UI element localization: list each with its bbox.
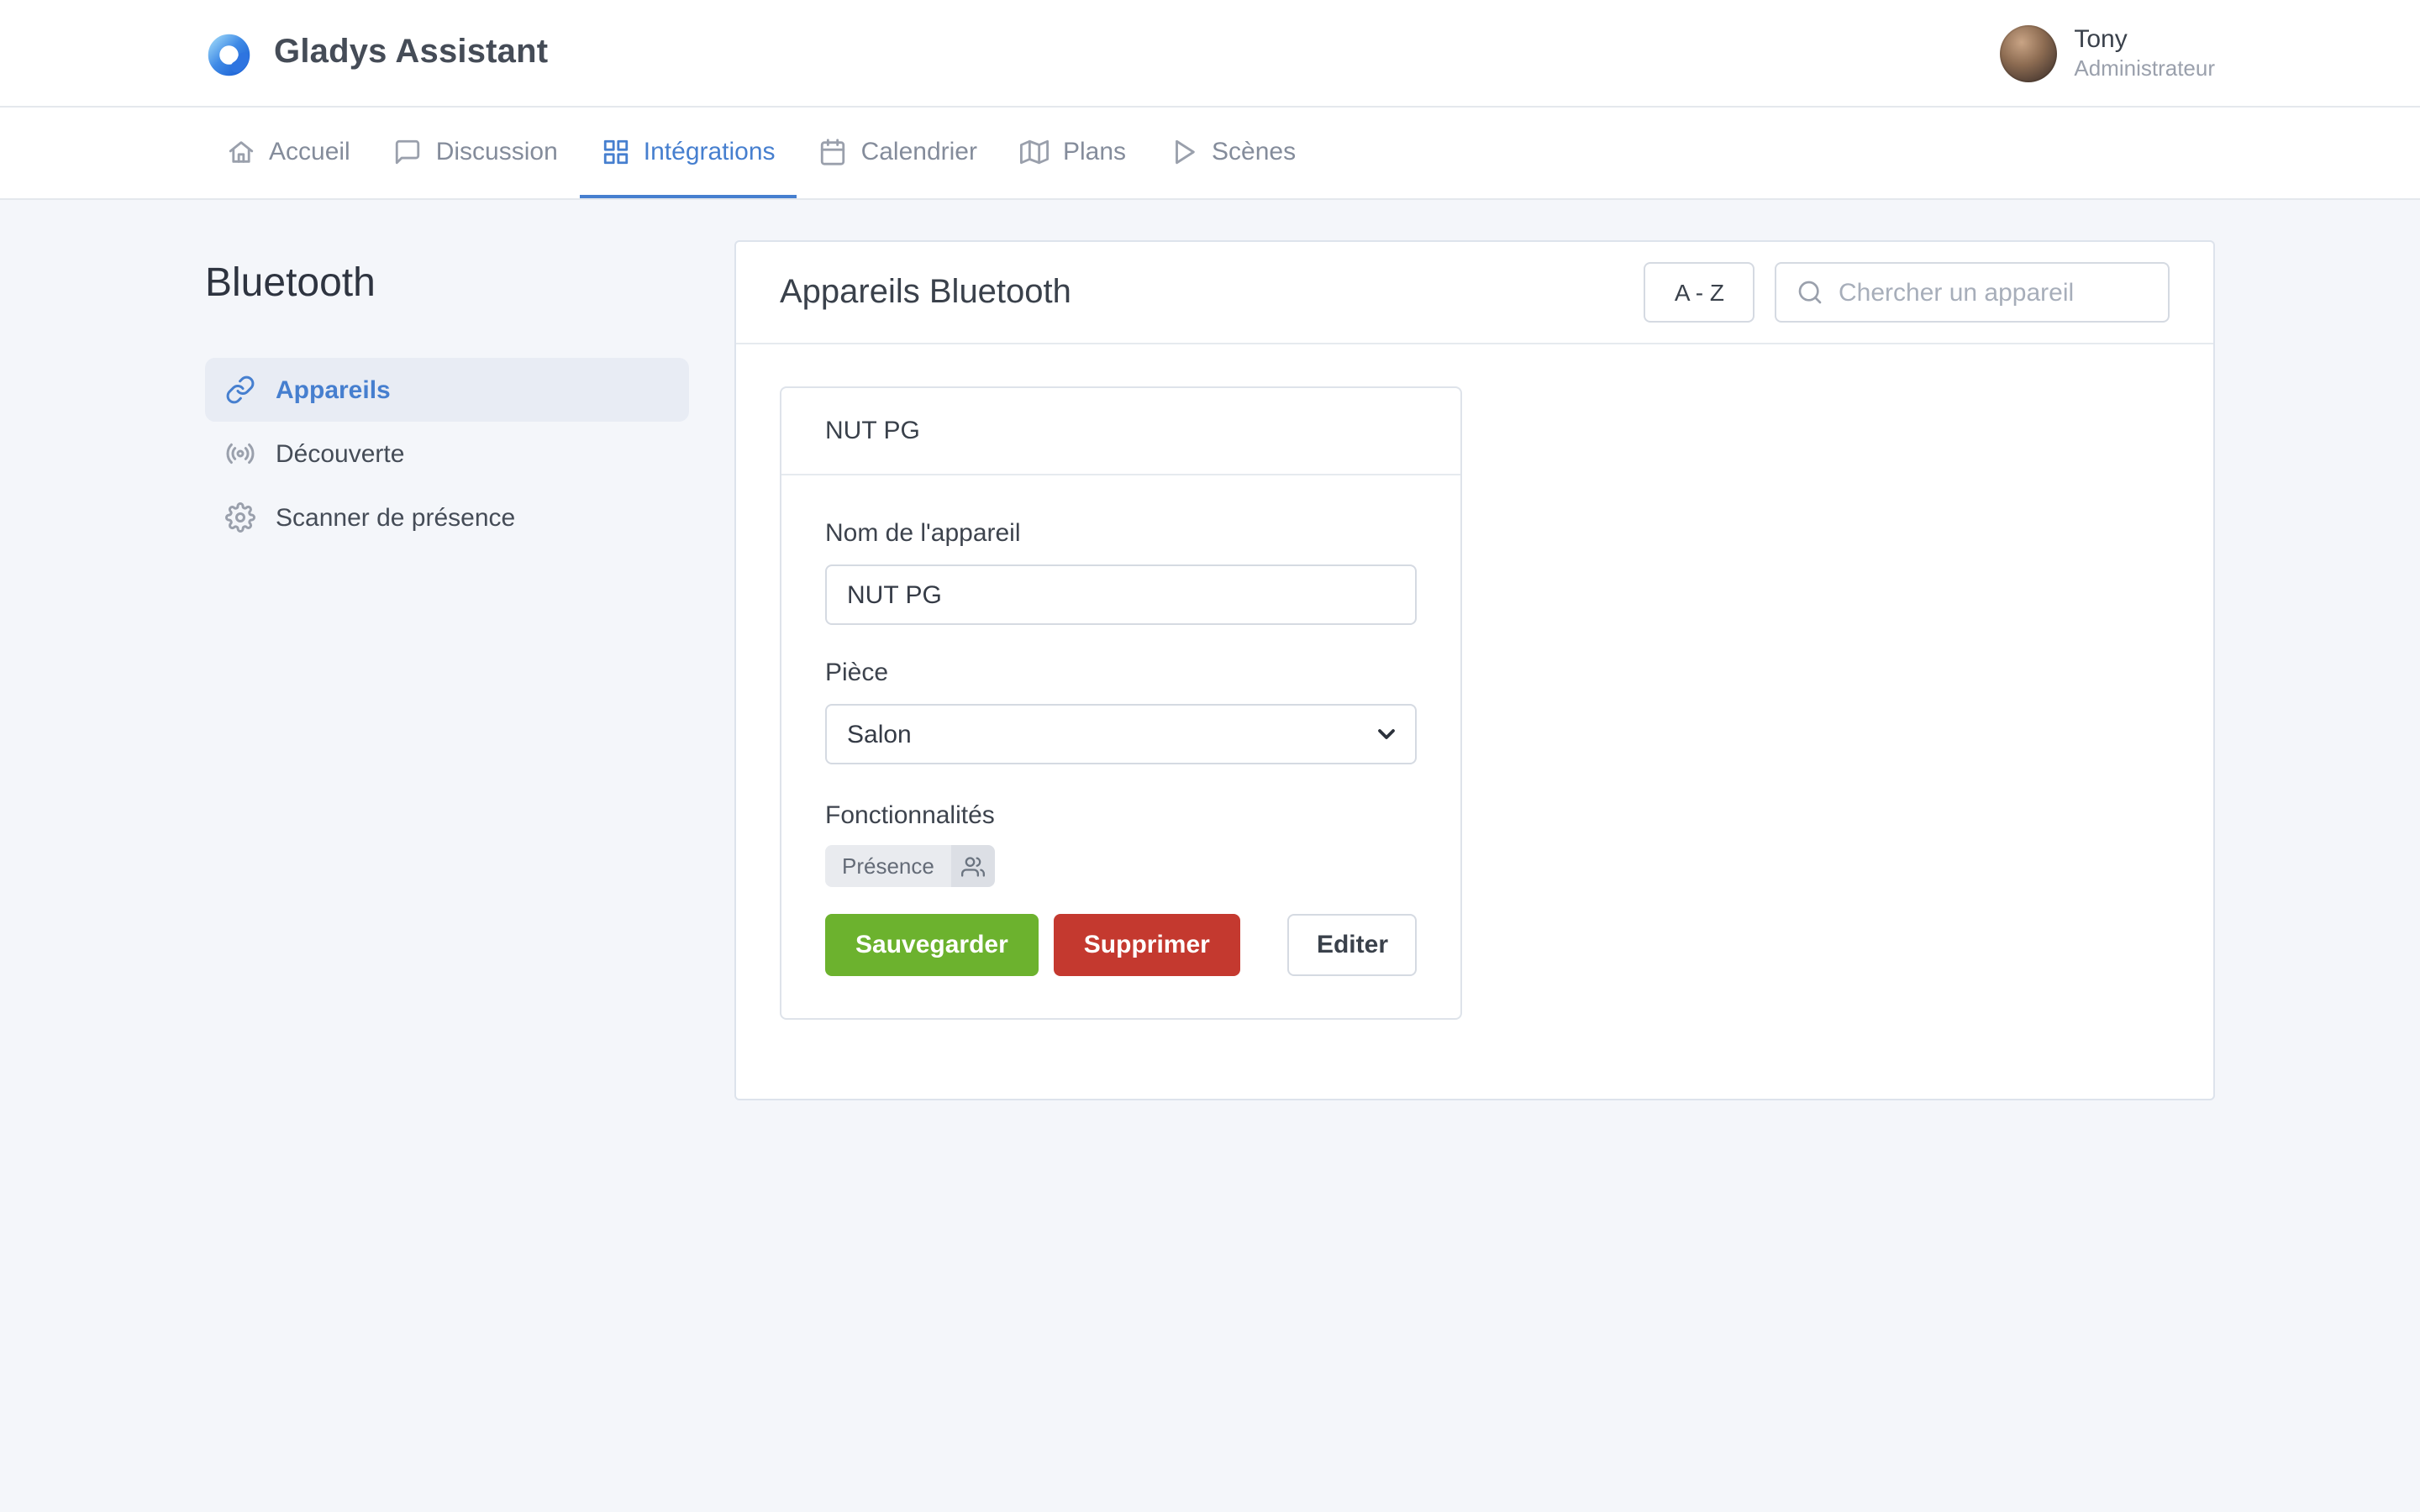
- grid-icon: [602, 137, 630, 165]
- tab-label: Plans: [1063, 137, 1126, 165]
- gladys-logo-icon: [205, 28, 255, 78]
- search-input[interactable]: [1839, 278, 2173, 307]
- features-label: Fonctionnalités: [825, 801, 1417, 830]
- top-header: Gladys Assistant Tony Administrateur: [0, 0, 2420, 108]
- sidebar-item-label: Scanner de présence: [276, 503, 515, 532]
- tab-scenes[interactable]: Scènes: [1148, 108, 1318, 198]
- device-name-label: Nom de l'appareil: [825, 519, 1417, 548]
- edit-button[interactable]: Editer: [1288, 914, 1417, 976]
- users-icon: [951, 845, 995, 887]
- tab-label: Accueil: [269, 137, 350, 165]
- tab-label: Scènes: [1212, 137, 1296, 165]
- delete-button[interactable]: Supprimer: [1054, 914, 1240, 976]
- tab-accueil[interactable]: Accueil: [205, 108, 372, 198]
- sidebar-item-appareils[interactable]: Appareils: [205, 358, 689, 422]
- save-button[interactable]: Sauvegarder: [825, 914, 1039, 976]
- radio-icon: [225, 438, 255, 469]
- bluetooth-sidebar: Bluetooth Appareils Découverte Scanner d…: [205, 240, 689, 1100]
- tab-plans[interactable]: Plans: [999, 108, 1148, 198]
- user-menu[interactable]: Tony Administrateur: [2000, 24, 2215, 82]
- gladys-app: Gladys Assistant Tony Administrateur Acc…: [0, 0, 2420, 1512]
- app-title: Gladys Assistant: [274, 34, 548, 72]
- message-icon: [394, 137, 423, 165]
- calendar-icon: [819, 137, 848, 165]
- sort-az-button[interactable]: A - Z: [1644, 262, 1754, 323]
- feature-badge-presence: Présence: [825, 845, 995, 887]
- brand[interactable]: Gladys Assistant: [205, 28, 548, 78]
- user-name: Tony: [2074, 24, 2215, 55]
- sidebar-item-scanner-presence[interactable]: Scanner de présence: [205, 486, 689, 549]
- play-icon: [1170, 137, 1198, 165]
- panel-title: Appareils Bluetooth: [780, 273, 1071, 312]
- device-card-title: NUT PG: [781, 388, 1460, 475]
- gear-icon: [225, 502, 255, 533]
- tab-discussion[interactable]: Discussion: [372, 108, 580, 198]
- tab-label: Calendrier: [861, 137, 977, 165]
- link-icon: [225, 375, 255, 405]
- tab-label: Discussion: [436, 137, 558, 165]
- user-role: Administrateur: [2074, 55, 2215, 82]
- room-label: Pièce: [825, 659, 1417, 687]
- device-search: [1775, 262, 2170, 323]
- avatar[interactable]: [2000, 24, 2057, 81]
- sidebar-item-decouverte[interactable]: Découverte: [205, 422, 689, 486]
- map-icon: [1021, 137, 1050, 165]
- tab-calendrier[interactable]: Calendrier: [797, 108, 999, 198]
- sidebar-item-label: Appareils: [276, 375, 391, 404]
- device-card: NUT PG Nom de l'appareil Pièce Salon: [780, 386, 1462, 1020]
- feature-badge-label: Présence: [825, 845, 951, 887]
- device-name-input[interactable]: [825, 564, 1417, 625]
- sidebar-item-label: Découverte: [276, 439, 404, 468]
- tab-label: Intégrations: [644, 137, 776, 165]
- main-nav: Accueil Discussion Intégrations Calendri…: [0, 108, 2420, 200]
- tab-integrations[interactable]: Intégrations: [580, 108, 797, 198]
- search-icon: [1797, 279, 1823, 306]
- home-icon: [227, 137, 255, 165]
- sidebar-title: Bluetooth: [205, 260, 689, 307]
- devices-panel: Appareils Bluetooth A - Z NUT PG Nom d: [734, 240, 2215, 1100]
- room-select[interactable]: Salon: [825, 704, 1417, 764]
